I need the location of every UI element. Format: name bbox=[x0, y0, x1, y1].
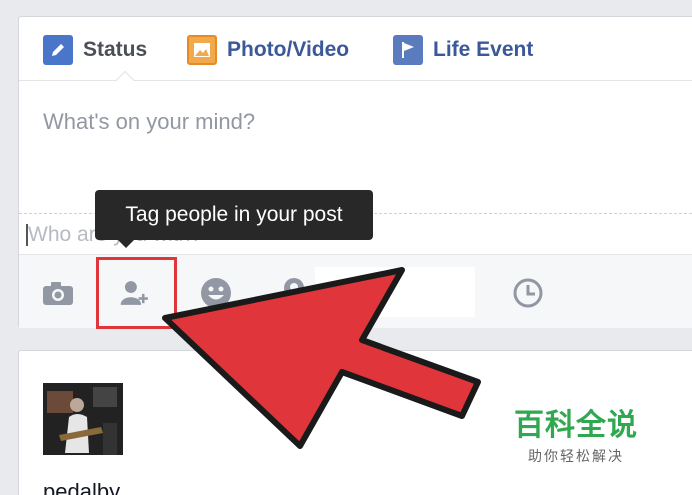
watermark-title: 百科全说 bbox=[514, 409, 638, 442]
watermark-subtitle: 助你轻松解决 bbox=[528, 448, 624, 464]
watermark: 百科全说 助你轻松解决 bbox=[514, 400, 638, 466]
